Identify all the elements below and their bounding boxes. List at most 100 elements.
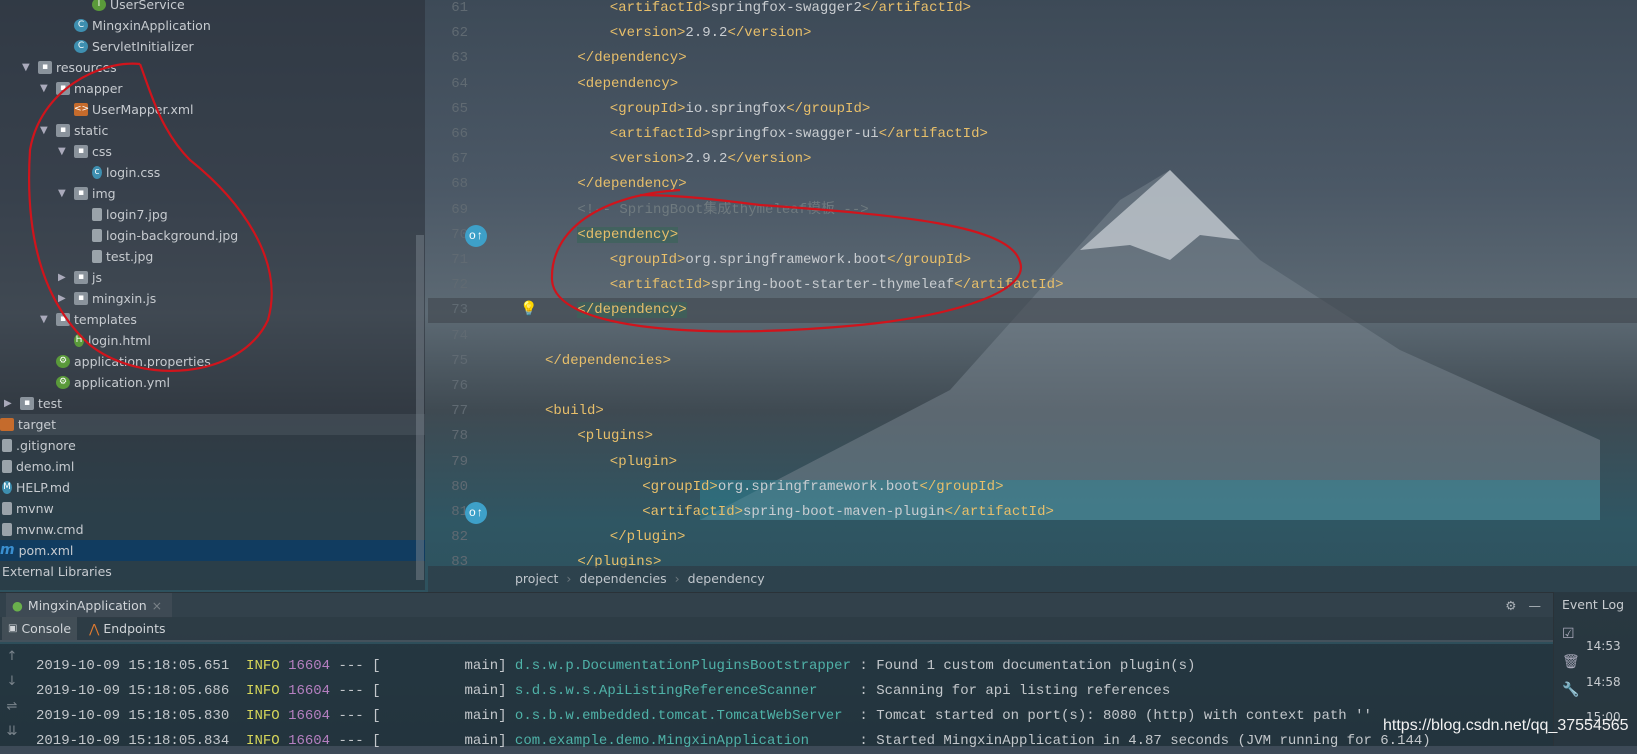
- tree-item[interactable]: ▼ ▪ mapper: [40, 78, 123, 99]
- line-number: 80: [451, 478, 468, 495]
- breadcrumb-project[interactable]: project: [515, 571, 558, 586]
- code-line[interactable]: 68 </dependency>: [428, 172, 1637, 197]
- code-line[interactable]: 81 o↑ <artifactId>spring-boot-maven-plugin…: [428, 500, 1637, 525]
- tree-item-label: js: [92, 270, 102, 285]
- watermark: https://blog.csdn.net/qq_37554565: [1383, 717, 1629, 734]
- tree-item[interactable]: test.jpg: [76, 246, 153, 267]
- code-line[interactable]: 79 <plugin>: [428, 450, 1637, 475]
- close-icon[interactable]: ×: [152, 593, 162, 618]
- lightbulb-icon[interactable]: 💡: [520, 298, 537, 323]
- code-line[interactable]: 71 <groupId>org.springframework.boot</gro…: [428, 248, 1637, 273]
- tree-item[interactable]: mvnw.cmd: [2, 519, 84, 540]
- tree-item[interactable]: mvnw: [2, 498, 54, 519]
- chevron-right-icon[interactable]: ▶: [58, 288, 70, 309]
- breadcrumb-dependency[interactable]: dependency: [688, 571, 765, 586]
- code-text: <dependency>: [577, 75, 679, 92]
- chevron-down-icon[interactable]: ▼: [58, 183, 70, 204]
- tree-item[interactable]: c login.css: [76, 162, 160, 183]
- chevron-right-icon[interactable]: ▶: [4, 393, 16, 414]
- arrow-down-icon[interactable]: ↓: [0, 669, 24, 694]
- tree-item[interactable]: ▼ ▪ css: [58, 141, 112, 162]
- code-line[interactable]: 65 <groupId>io.springfox</groupId>: [428, 97, 1637, 122]
- chevron-down-icon[interactable]: ▼: [40, 78, 52, 99]
- code-text: <groupId>io.springfox</groupId>: [609, 100, 871, 117]
- tree-item[interactable]: target: [0, 414, 425, 435]
- tree-item[interactable]: C ServletInitializer: [58, 36, 194, 57]
- run-subtabs: ▣ Console ⋀ Endpoints: [0, 617, 1553, 642]
- tree-item[interactable]: m pom.xml: [0, 540, 425, 561]
- event-log-title[interactable]: Event Log: [1554, 592, 1637, 617]
- tree-item[interactable]: C MingxinApplication: [58, 15, 211, 36]
- chevron-down-icon[interactable]: ▼: [58, 141, 70, 162]
- tree-item[interactable]: M HELP.md: [2, 477, 70, 498]
- gear-icon[interactable]: ⚙: [1505, 593, 1516, 618]
- tree-item[interactable]: ▼ ▪ templates: [40, 309, 137, 330]
- wrench-icon[interactable]: 🔧: [1562, 682, 1579, 698]
- tab-endpoints[interactable]: ⋀ Endpoints: [83, 617, 171, 640]
- line-number: 82: [451, 529, 468, 546]
- tree-item[interactable]: ▶ ▪ js: [58, 267, 102, 288]
- xml-file-icon: <>: [74, 103, 90, 116]
- code-line[interactable]: 77 <build>: [428, 399, 1637, 424]
- code-line[interactable]: 63 </dependency>: [428, 46, 1637, 71]
- scroll-to-end-icon[interactable]: ⇊: [0, 719, 24, 744]
- code-line[interactable]: 76: [428, 374, 1637, 399]
- code-text: </dependencies>: [545, 352, 672, 369]
- tree-item[interactable]: ⚙ application.yml: [40, 372, 170, 393]
- tab-console[interactable]: ▣ Console: [2, 617, 78, 640]
- code-editor[interactable]: 61 <artifactId>springfox-swagger2</artifa…: [428, 0, 1637, 570]
- override-icon[interactable]: o↑: [465, 224, 487, 247]
- project-tree-scrollbar[interactable]: [416, 235, 424, 580]
- tree-item[interactable]: ▼ ▪ img: [58, 183, 116, 204]
- code-line[interactable]: 61 <artifactId>springfox-swagger2</artifa…: [428, 0, 1637, 21]
- trash-icon[interactable]: 🗑: [1562, 654, 1580, 670]
- line-number: 68: [451, 176, 468, 193]
- code-line[interactable]: 82 </plugin>: [428, 525, 1637, 550]
- tree-item[interactable]: <> UserMapper.xml: [58, 99, 194, 120]
- project-tree: I UserService C MingxinApplication C ServletI…: [0, 0, 425, 590]
- code-line[interactable]: 69 <!-- SpringBoot集成thymeleaf模板 -->: [428, 198, 1637, 223]
- chevron-down-icon[interactable]: ▼: [22, 57, 34, 78]
- tree-item[interactable]: login7.jpg: [76, 204, 168, 225]
- tree-item-label: test.jpg: [106, 249, 154, 264]
- tree-item[interactable]: External Libraries: [2, 561, 112, 582]
- tree-item[interactable]: login-background.jpg: [76, 225, 238, 246]
- tree-item[interactable]: demo.iml: [2, 456, 74, 477]
- code-line[interactable]: 70 o↑ <dependency>: [428, 223, 1637, 248]
- code-line[interactable]: 67 <version>2.9.2</version>: [428, 147, 1637, 172]
- tree-item[interactable]: ▼ ▪ static: [40, 120, 108, 141]
- code-line[interactable]: 75 </dependencies>: [428, 349, 1637, 374]
- chevron-down-icon[interactable]: ▼: [40, 309, 52, 330]
- code-line[interactable]: 80 <groupId>org.springframework.boot</gro…: [428, 475, 1637, 500]
- arrow-up-icon[interactable]: ↑: [0, 644, 24, 669]
- tree-item[interactable]: ▶ ▪ mingxin.js: [58, 288, 156, 309]
- tab-endpoints-label: Endpoints: [103, 621, 166, 636]
- tree-item[interactable]: ▼ ▪ resources: [22, 57, 117, 78]
- console-side-toolbar: ↑ ↓ ⇌ ⇊: [0, 644, 24, 746]
- code-line[interactable]: 66 <artifactId>springfox-swagger-ui</arti…: [428, 122, 1637, 147]
- console-output[interactable]: ↑ ↓ ⇌ ⇊ 2019-10-09 15:18:05.651 INFO 16604 …: [0, 644, 1553, 749]
- override-icon[interactable]: o↑: [465, 502, 487, 524]
- spring-config-icon: ⚙: [56, 376, 70, 389]
- run-tab-mingxinapplication[interactable]: ● MingxinApplication ×: [6, 593, 173, 618]
- mark-read-icon[interactable]: ☑: [1562, 626, 1575, 642]
- code-line[interactable]: 62 <version>2.9.2</version>: [428, 21, 1637, 46]
- code-line[interactable]: 73 💡 </dependency>: [428, 298, 1637, 324]
- chevron-right-icon[interactable]: ▶: [58, 267, 70, 288]
- code-line[interactable]: 64 <dependency>: [428, 72, 1637, 97]
- minimize-icon[interactable]: —: [1529, 593, 1542, 618]
- soft-wrap-icon[interactable]: ⇌: [0, 694, 24, 719]
- chevron-down-icon[interactable]: ▼: [40, 120, 52, 141]
- tree-item[interactable]: ▶ ▪ test: [4, 393, 62, 414]
- tree-item[interactable]: .gitignore: [2, 435, 76, 456]
- tree-item-label: static: [74, 123, 109, 138]
- folder-icon: ▪: [74, 271, 88, 284]
- code-line[interactable]: 72 <artifactId>spring-boot-starter-thymel…: [428, 273, 1637, 298]
- iml-file-icon: [2, 460, 12, 473]
- code-line[interactable]: 78 <plugins>: [428, 424, 1637, 449]
- tree-item[interactable]: Hlogin.html: [58, 330, 151, 351]
- breadcrumb-dependencies[interactable]: dependencies: [579, 571, 666, 586]
- code-line[interactable]: 74: [428, 324, 1637, 349]
- tree-item[interactable]: I UserService: [76, 0, 185, 15]
- tree-item[interactable]: ⚙ application.properties: [40, 351, 211, 372]
